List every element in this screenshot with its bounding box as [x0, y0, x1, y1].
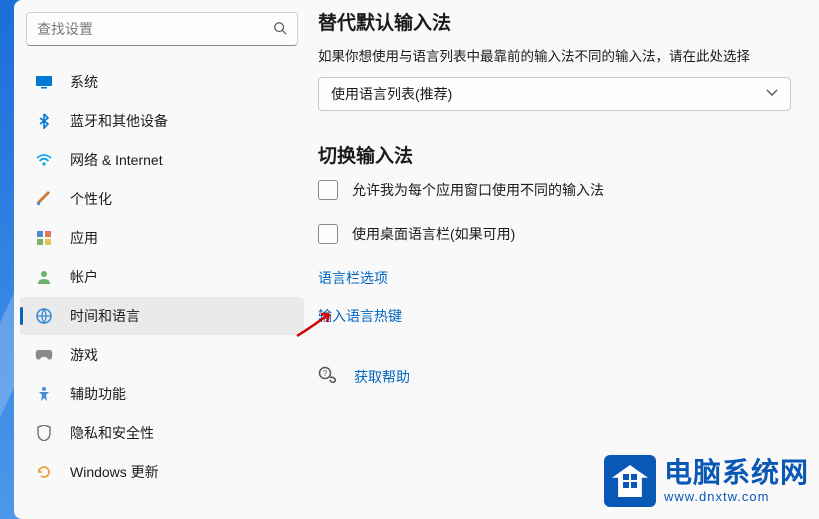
shield-icon: [34, 423, 54, 443]
nav-item-accounts[interactable]: 帐户: [20, 258, 304, 296]
nav-item-system[interactable]: 系统: [20, 63, 304, 101]
nav-item-personalization[interactable]: 个性化: [20, 180, 304, 218]
nav-item-label: 时间和语言: [70, 306, 140, 326]
nav-item-label: 应用: [70, 228, 98, 248]
nav-item-label: Windows 更新: [70, 462, 159, 482]
section-title-default-ime: 替代默认输入法: [318, 8, 791, 35]
checkbox-per-window[interactable]: 允许我为每个应用窗口使用不同的输入法: [318, 180, 791, 200]
nav-item-windows-update[interactable]: Windows 更新: [20, 453, 304, 491]
nav-item-label: 辅助功能: [70, 384, 126, 404]
checkbox-label: 允许我为每个应用窗口使用不同的输入法: [352, 180, 604, 200]
search-input[interactable]: [37, 21, 273, 37]
accessibility-icon: [34, 384, 54, 404]
nav-list: 系统 蓝牙和其他设备 网络 & Internet 个性化 应用 帐户: [14, 58, 310, 511]
svg-text:?: ?: [323, 369, 328, 378]
default-ime-dropdown[interactable]: 使用语言列表(推荐): [318, 77, 791, 111]
nav-item-label: 隐私和安全性: [70, 423, 154, 443]
search-icon: [273, 21, 287, 38]
nav-item-network[interactable]: 网络 & Internet: [20, 141, 304, 179]
person-icon: [34, 267, 54, 287]
nav-item-label: 蓝牙和其他设备: [70, 111, 168, 131]
settings-window: 系统 蓝牙和其他设备 网络 & Internet 个性化 应用 帐户: [14, 0, 819, 519]
chevron-down-icon: [766, 88, 778, 100]
help-link[interactable]: 获取帮助: [354, 367, 410, 387]
checkbox-icon[interactable]: [318, 224, 338, 244]
nav-item-label: 帐户: [70, 267, 98, 287]
section-title-switch-ime: 切换输入法: [318, 141, 791, 168]
grid-icon: [34, 228, 54, 248]
checkbox-icon[interactable]: [318, 180, 338, 200]
checkbox-label: 使用桌面语言栏(如果可用): [352, 224, 515, 244]
nav-item-label: 游戏: [70, 345, 98, 365]
nav-item-label: 个性化: [70, 189, 112, 209]
sidebar: 系统 蓝牙和其他设备 网络 & Internet 个性化 应用 帐户: [14, 0, 310, 519]
globe-icon: [34, 306, 54, 326]
dropdown-value: 使用语言列表(推荐): [331, 84, 452, 104]
section-desc-default-ime: 如果你想使用与语言列表中最靠前的输入法不同的输入法，请在此处选择: [318, 47, 791, 67]
gamepad-icon: [34, 345, 54, 365]
bluetooth-icon: [34, 111, 54, 131]
wifi-icon: [34, 150, 54, 170]
nav-item-privacy[interactable]: 隐私和安全性: [20, 414, 304, 452]
nav-item-time-language[interactable]: 时间和语言: [20, 297, 304, 335]
checkbox-desktop-langbar[interactable]: 使用桌面语言栏(如果可用): [318, 224, 791, 244]
update-icon: [34, 462, 54, 482]
monitor-icon: [34, 72, 54, 92]
nav-item-label: 网络 & Internet: [70, 150, 163, 170]
search-box[interactable]: [26, 12, 298, 46]
content-panel: 替代默认输入法 如果你想使用与语言列表中最靠前的输入法不同的输入法，请在此处选择…: [310, 0, 819, 519]
nav-item-label: 系统: [70, 72, 98, 92]
nav-item-bluetooth[interactable]: 蓝牙和其他设备: [20, 102, 304, 140]
nav-item-accessibility[interactable]: 辅助功能: [20, 375, 304, 413]
nav-item-apps[interactable]: 应用: [20, 219, 304, 257]
help-icon: ?: [318, 366, 340, 388]
nav-item-gaming[interactable]: 游戏: [20, 336, 304, 374]
link-hotkeys[interactable]: 输入语言热键: [318, 306, 791, 326]
brush-icon: [34, 189, 54, 209]
link-langbar-options[interactable]: 语言栏选项: [318, 268, 791, 288]
help-row: ? 获取帮助: [318, 366, 791, 388]
